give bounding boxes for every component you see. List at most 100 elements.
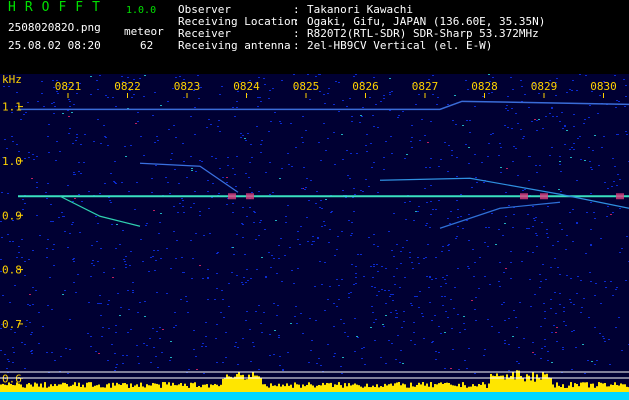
noise-speck (492, 133, 494, 134)
noise-speck (505, 192, 507, 193)
noise-speck (559, 304, 561, 305)
noise-speck (214, 299, 216, 300)
noise-speck (606, 216, 608, 217)
noise-speck (425, 167, 427, 168)
noise-speck (401, 327, 403, 328)
noise-speck (565, 249, 567, 250)
noise-speck (315, 76, 317, 77)
noise-speck (72, 222, 74, 223)
noise-speck (24, 203, 26, 204)
noise-speck (383, 95, 385, 96)
noise-speck (285, 222, 287, 223)
noise-speck (550, 299, 552, 300)
noise-speck (495, 244, 497, 245)
noise-speck (51, 309, 53, 310)
level-bar (260, 377, 262, 392)
noise-speck (53, 102, 55, 103)
noise-speck (400, 350, 402, 351)
noise-speck (570, 302, 572, 303)
noise-speck (429, 276, 431, 277)
noise-speck (590, 244, 592, 245)
noise-speck (21, 257, 23, 258)
noise-speck (276, 273, 278, 274)
noise-speck (279, 356, 281, 357)
noise-speck (246, 269, 248, 270)
level-bar (378, 387, 380, 392)
noise-speck (419, 291, 421, 292)
noise-speck (255, 239, 257, 240)
noise-speck (442, 246, 444, 247)
noise-speck (396, 268, 398, 269)
spectrogram-background (0, 74, 629, 400)
noise-speck (617, 134, 619, 135)
noise-speck (484, 242, 486, 243)
noise-speck (248, 177, 250, 178)
noise-speck (418, 206, 420, 207)
noise-speck (80, 144, 82, 145)
noise-speck (526, 228, 528, 229)
noise-speck (584, 160, 586, 161)
level-bar (194, 382, 196, 392)
level-bar (276, 386, 278, 392)
noise-speck (564, 144, 566, 145)
noise-speck (474, 309, 476, 310)
noise-speck (125, 264, 127, 265)
noise-speck (127, 332, 129, 333)
noise-speck (199, 211, 201, 212)
noise-speck (613, 181, 615, 182)
level-bar (404, 384, 406, 392)
noise-speck (3, 86, 5, 87)
noise-speck (111, 344, 113, 345)
noise-speck (590, 281, 592, 282)
noise-speck (431, 279, 433, 280)
meteor-echo (228, 193, 236, 200)
noise-speck (273, 354, 275, 355)
noise-speck (244, 254, 246, 255)
noise-speck (67, 185, 69, 186)
noise-speck (570, 157, 572, 158)
noise-speck (610, 281, 612, 282)
noise-speck (438, 352, 440, 353)
noise-speck (573, 143, 575, 144)
level-bar (596, 386, 598, 392)
noise-speck (142, 261, 144, 262)
noise-speck (0, 350, 2, 351)
level-bar (46, 387, 48, 392)
noise-speck (507, 127, 509, 128)
noise-speck (250, 144, 252, 145)
level-bar (332, 387, 334, 392)
level-bar (208, 387, 210, 392)
noise-speck (403, 311, 405, 312)
noise-speck (179, 76, 181, 77)
noise-speck (115, 325, 117, 326)
noise-speck (46, 248, 48, 249)
noise-speck (346, 106, 348, 107)
noise-speck (73, 282, 75, 283)
noise-speck (508, 344, 510, 345)
level-bar (360, 386, 362, 392)
noise-speck (13, 352, 15, 353)
noise-speck (7, 359, 9, 360)
noise-speck (532, 206, 534, 207)
noise-speck (39, 235, 41, 236)
noise-speck (384, 290, 386, 291)
level-bar (424, 385, 426, 392)
noise-speck (488, 74, 490, 75)
noise-speck (23, 114, 25, 115)
level-bar (214, 383, 216, 392)
noise-speck (46, 257, 48, 258)
noise-speck (7, 234, 9, 235)
noise-speck (1, 237, 3, 238)
noise-speck (586, 212, 588, 213)
noise-speck (181, 257, 183, 258)
noise-speck (51, 103, 53, 104)
level-bar (182, 385, 184, 392)
noise-speck (348, 220, 350, 221)
time-tick-label: 0826 (352, 80, 379, 93)
noise-speck (78, 171, 80, 172)
noise-speck (355, 74, 357, 75)
noise-speck (75, 140, 77, 141)
noise-speck (278, 245, 280, 246)
noise-speck (143, 96, 145, 97)
level-bar (44, 382, 46, 392)
